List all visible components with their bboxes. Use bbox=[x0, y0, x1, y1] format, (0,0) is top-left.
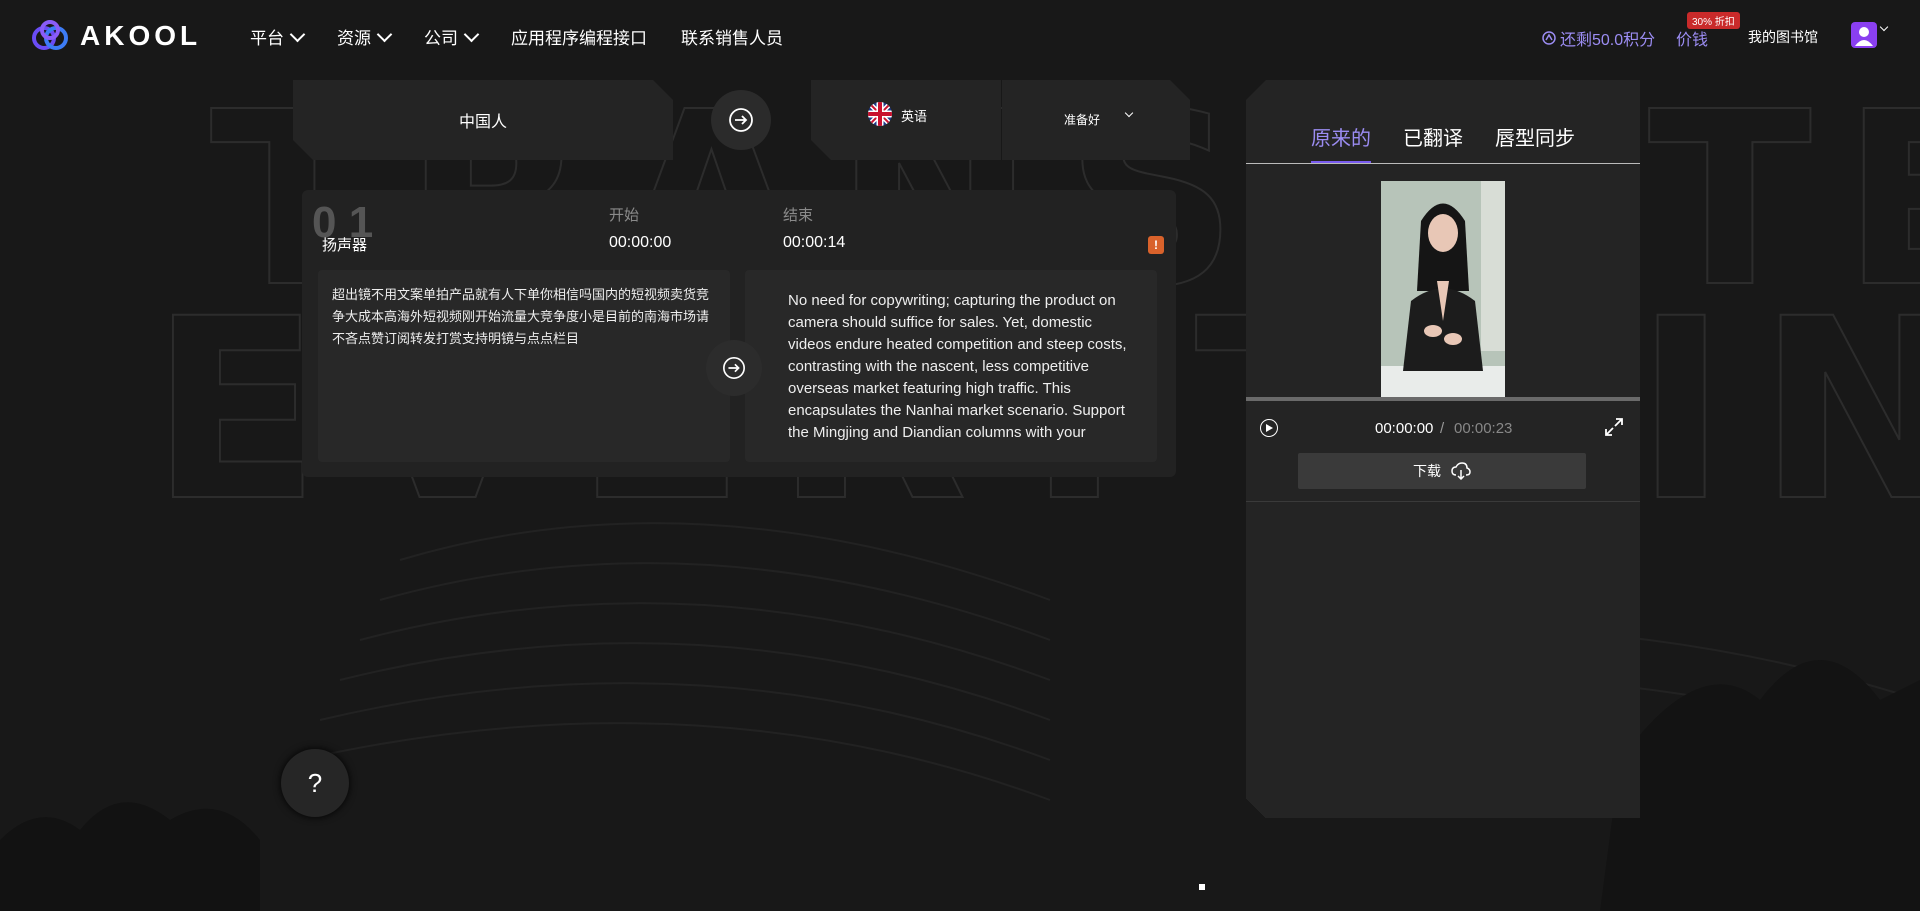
cloud-download-icon bbox=[1451, 462, 1471, 480]
video-frame-image bbox=[1381, 181, 1505, 397]
target-language-label: 英语 bbox=[901, 109, 928, 124]
uk-flag-icon bbox=[868, 102, 892, 126]
translated-text: No need for copywriting; capturing the p… bbox=[788, 292, 1127, 441]
source-language-selector[interactable]: 中国人 bbox=[293, 80, 673, 160]
credits-label: 还剩50.0积分 bbox=[1560, 32, 1656, 49]
translated-text-box[interactable]: No need for copywriting; capturing the p… bbox=[745, 270, 1157, 462]
download-label: 下载 bbox=[1413, 463, 1441, 479]
chevron-down-icon[interactable] bbox=[1879, 22, 1889, 32]
help-button[interactable]: ? bbox=[281, 749, 349, 817]
credits-remaining[interactable]: 还剩50.0积分 bbox=[1542, 26, 1655, 50]
end-time[interactable]: 00:00:14 bbox=[783, 234, 845, 252]
translate-direction-button[interactable] bbox=[711, 90, 771, 150]
total-time: 00:00:23 bbox=[1454, 420, 1513, 437]
nav-company-label: 公司 bbox=[424, 29, 458, 48]
top-navigation: AKOOL 平台 资源 公司 应用程序编程接口 联系销售人员 还剩50.0积分 … bbox=[0, 0, 1920, 74]
avatar[interactable] bbox=[1851, 22, 1877, 48]
download-button[interactable]: 下载 bbox=[1298, 453, 1586, 489]
panel-corner-decoration bbox=[1246, 798, 1266, 818]
nav-company[interactable]: 公司 bbox=[424, 24, 480, 49]
credit-coin-icon bbox=[1542, 31, 1556, 45]
brand-name: AKOOL bbox=[80, 20, 202, 51]
chevron-down-icon bbox=[289, 26, 306, 42]
nav-resources[interactable]: 资源 bbox=[337, 24, 393, 49]
tab-original[interactable]: 原来的 bbox=[1311, 122, 1371, 163]
preview-tabs: 原来的 已翻译 唇型同步 bbox=[1246, 122, 1640, 163]
arrow-right-circle-icon bbox=[723, 357, 745, 379]
current-time: 00:00:00 bbox=[1375, 420, 1434, 437]
nav-platform-label: 平台 bbox=[250, 29, 284, 48]
chevron-down-icon bbox=[463, 26, 480, 42]
chevron-down-icon bbox=[1124, 108, 1134, 118]
tab-translated[interactable]: 已翻译 bbox=[1403, 122, 1463, 163]
end-label: 结束 bbox=[783, 207, 814, 224]
user-icon bbox=[1855, 27, 1873, 46]
retranslate-button[interactable] bbox=[706, 340, 762, 396]
play-icon[interactable] bbox=[1260, 419, 1278, 437]
cursor-dot bbox=[1199, 884, 1205, 890]
start-time[interactable]: 00:00:00 bbox=[609, 234, 671, 252]
source-text-box[interactable]: 超出镜不用文案单拍产品就有人下单你相信吗国内的短视频卖货竞争大成本高海外短视频刚… bbox=[318, 270, 730, 462]
nav-api-label: 应用程序编程接口 bbox=[511, 29, 647, 48]
arrow-right-circle-icon bbox=[729, 108, 753, 132]
akool-logo[interactable]: AKOOL bbox=[30, 20, 201, 52]
nav-contact-sales[interactable]: 联系销售人员 bbox=[681, 24, 783, 49]
video-preview[interactable] bbox=[1381, 181, 1505, 397]
warning-icon[interactable]: ! bbox=[1148, 236, 1164, 254]
source-text: 超出镜不用文案单拍产品就有人下单你相信吗国内的短视频卖货竞争大成本高海外短视频刚… bbox=[332, 287, 710, 346]
status-label: 准备好 bbox=[1064, 113, 1101, 127]
my-library-link[interactable]: 我的图书馆 bbox=[1748, 27, 1818, 47]
pricing-link[interactable]: 价钱 bbox=[1676, 26, 1708, 50]
chevron-down-icon bbox=[376, 26, 393, 42]
source-language-label: 中国人 bbox=[458, 114, 507, 131]
nav-api[interactable]: 应用程序编程接口 bbox=[511, 24, 647, 49]
status-dropdown[interactable]: 准备好 bbox=[1002, 80, 1190, 160]
tabs-divider bbox=[1246, 163, 1640, 164]
nav-resources-label: 资源 bbox=[337, 29, 371, 48]
main-nav: 平台 资源 公司 应用程序编程接口 联系销售人员 bbox=[250, 24, 783, 49]
time-separator: / bbox=[1440, 420, 1445, 437]
preview-panel: 原来的 已翻译 唇型同步 00:00:00 / 00:00:23 下载 bbox=[1246, 80, 1640, 818]
nav-platform[interactable]: 平台 bbox=[250, 24, 306, 49]
segment-card: 0 1 扬声器 开始 00:00:00 结束 00:00:14 ! 超出镜不用文… bbox=[302, 190, 1176, 477]
fullscreen-icon[interactable] bbox=[1604, 417, 1624, 437]
nav-contact-sales-label: 联系销售人员 bbox=[681, 29, 783, 48]
start-label: 开始 bbox=[609, 207, 640, 224]
logo-icon bbox=[32, 20, 68, 50]
speaker-label[interactable]: 扬声器 bbox=[322, 234, 367, 255]
target-language-selector[interactable]: 英语 bbox=[811, 80, 1001, 160]
tab-lip-sync[interactable]: 唇型同步 bbox=[1495, 122, 1575, 163]
